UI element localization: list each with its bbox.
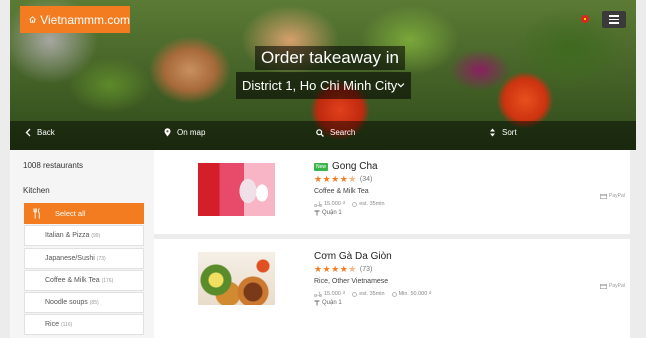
search-icon	[316, 128, 324, 137]
delivery-fee: 15.000 ₫	[324, 201, 346, 207]
card-icon	[600, 193, 607, 199]
minimum-order: Min. 50.000 ₫	[398, 291, 432, 297]
delivery-time: est. 35min	[359, 201, 385, 207]
filter-select-all[interactable]: Select all	[24, 203, 144, 224]
new-badge: New	[314, 162, 329, 171]
chevron-down-icon	[397, 83, 405, 88]
search-button[interactable]: Search	[316, 128, 355, 137]
map-pin-icon	[164, 128, 171, 137]
clock-icon	[352, 291, 358, 297]
scooter-icon	[314, 201, 322, 207]
delivery-fee: 15.000 ₫	[324, 291, 346, 297]
location-label: District 1, Ho Chi Minh City	[242, 78, 398, 93]
page-title: Order takeaway in	[255, 46, 405, 70]
restaurant-name[interactable]: Gong Cha	[332, 161, 378, 172]
kitchen-filter-list: Select all Italian & Pizza (99) Japanese…	[24, 203, 144, 337]
clock-icon	[352, 201, 358, 207]
filter-sidebar: 1008 restaurants Kitchen Select all Ital…	[10, 150, 154, 338]
district-label: Quận 1	[314, 300, 554, 306]
language-flag-icon[interactable]	[581, 15, 589, 23]
restaurant-card[interactable]: New Gong Cha ★★★★★ (34) Coffee & Milk Te…	[154, 150, 630, 234]
review-count: (34)	[359, 176, 373, 183]
filter-japanese-sushi[interactable]: Japanese/Sushi (73)	[24, 247, 144, 269]
chevron-left-icon	[25, 128, 31, 137]
restaurant-card[interactable]: Cơm Gà Da Giòn ★★★★★ (73) Rice, Other Vi…	[154, 239, 630, 338]
rating: ★★★★★ (34)	[314, 174, 554, 185]
filter-coffee-milk-tea[interactable]: Coffee & Milk Tea (176)	[24, 269, 144, 291]
kitchen-heading: Kitchen	[23, 186, 50, 195]
brand-name: Vietnammm.com	[40, 12, 130, 27]
house-icon	[29, 16, 36, 23]
filter-rice[interactable]: Rice (116)	[24, 314, 144, 336]
basket-icon	[391, 291, 397, 297]
filter-noodle-soups[interactable]: Noodle soups (85)	[24, 292, 144, 314]
restaurant-thumbnail[interactable]	[198, 252, 275, 305]
location-icon	[314, 210, 320, 216]
location-select[interactable]: District 1, Ho Chi Minh City	[236, 72, 411, 99]
restaurant-thumbnail[interactable]	[198, 163, 275, 216]
card-icon	[600, 283, 607, 289]
hamburger-icon	[609, 15, 619, 17]
review-count: (73)	[359, 266, 373, 273]
payment-method: PayPal	[600, 193, 625, 199]
district-label: Quận 1	[314, 210, 554, 216]
fork-knife-icon	[33, 208, 40, 219]
cuisine-label: Rice, Other Vietnamese	[314, 278, 389, 285]
delivery-info: 15.000 ₫ est. 35min Min. 50.000 ₫	[314, 291, 554, 297]
sort-button[interactable]: Sort	[489, 128, 517, 137]
hero-nav-bar: Back On map Search Sort	[10, 121, 636, 150]
delivery-time: est. 35min	[359, 291, 385, 297]
restaurant-count: 1008 restaurants	[23, 161, 84, 170]
filter-italian-pizza[interactable]: Italian & Pizza (99)	[24, 225, 144, 247]
menu-button[interactable]	[602, 11, 626, 28]
rating: ★★★★★ (73)	[314, 264, 554, 275]
sort-icon	[490, 128, 495, 137]
scooter-icon	[314, 291, 322, 297]
brand-logo[interactable]: Vietnammm.com	[20, 6, 130, 33]
back-button[interactable]: Back	[25, 128, 55, 137]
on-map-button[interactable]: On map	[164, 128, 205, 137]
delivery-info: 15.000 ₫ est. 35min	[314, 201, 554, 207]
payment-method: PayPal	[600, 283, 625, 289]
location-icon	[314, 300, 320, 306]
cuisine-label: Coffee & Milk Tea	[314, 188, 369, 195]
star-rating-icon: ★★★★★	[314, 264, 357, 274]
restaurant-list: New Gong Cha ★★★★★ (34) Coffee & Milk Te…	[154, 150, 636, 338]
star-rating-icon: ★★★★★	[314, 174, 357, 184]
restaurant-name[interactable]: Cơm Gà Da Giòn	[314, 251, 392, 262]
